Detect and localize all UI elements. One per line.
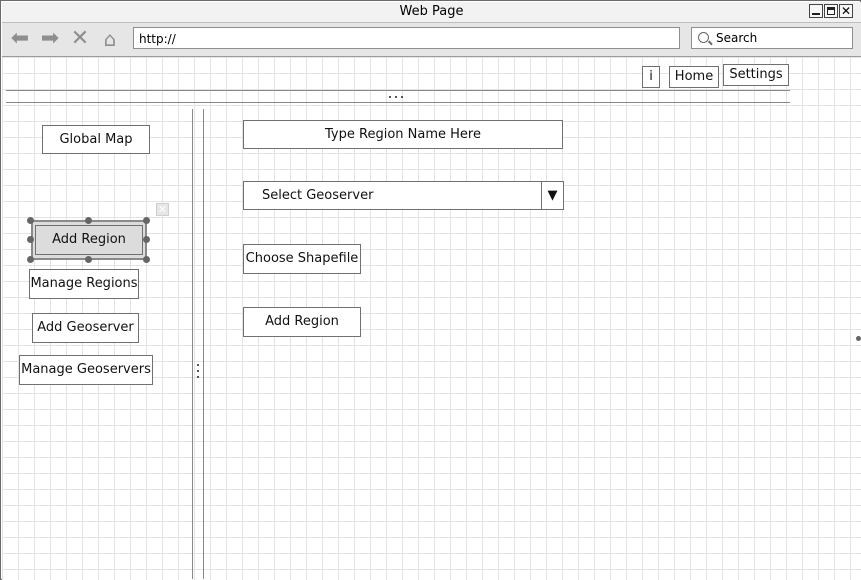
splitter-grip-dot[interactable] [197,370,199,372]
add-region-submit-button[interactable]: Add Region [243,307,361,337]
resize-handle[interactable] [27,217,34,224]
stop-icon[interactable]: ✕ [69,27,91,51]
delete-icon[interactable]: ✕ [156,203,169,216]
add-region-nav-button[interactable]: Add Region [35,225,143,255]
scroll-indicator[interactable] [856,336,861,341]
url-input[interactable]: http:// [133,27,680,49]
header-divider-bottom [6,102,790,103]
geoserver-select-value: Select Geoserver [262,188,374,203]
resize-handle[interactable] [27,256,34,263]
manage-geoservers-button[interactable]: Manage Geoservers [19,355,153,385]
header-grip-dot[interactable] [389,96,391,98]
back-icon[interactable]: ⬅ [9,27,31,51]
resize-handle[interactable] [143,256,150,263]
search-input[interactable]: Search [691,27,853,49]
resize-handle[interactable] [85,256,92,263]
global-map-button[interactable]: Global Map [42,125,150,154]
search-icon [698,32,709,43]
browser-window: Web Page ✕ ⬅ ➡ ✕ ⌂ http:// Search i Home… [0,0,861,580]
page-canvas: i Home Settings Global Map Add Region ✕ … [2,57,861,580]
header-divider-top [6,90,790,91]
close-button[interactable]: ✕ [839,4,853,18]
resize-handle[interactable] [143,236,150,243]
search-placeholder: Search [716,31,758,45]
add-geoserver-button[interactable]: Add Geoserver [32,313,139,343]
resize-handle[interactable] [143,217,150,224]
browser-toolbar: ⬅ ➡ ✕ ⌂ http:// Search [2,23,861,57]
settings-nav-button[interactable]: Settings [723,64,789,86]
splitter-line-right [203,109,204,579]
manage-regions-button[interactable]: Manage Regions [29,269,139,299]
home-icon[interactable]: ⌂ [99,27,121,51]
resize-handle[interactable] [85,217,92,224]
title-bar: Web Page ✕ [2,2,861,23]
forward-icon[interactable]: ➡ [39,27,61,51]
chevron-down-icon[interactable]: ▼ [541,182,563,209]
header-grip-dot[interactable] [401,96,403,98]
home-nav-button[interactable]: Home [669,66,719,88]
info-button[interactable]: i [642,66,660,88]
resize-handle[interactable] [27,236,34,243]
window-title: Web Page [399,4,464,19]
splitter-grip-dot[interactable] [197,364,199,366]
splitter-grip-dot[interactable] [197,376,199,378]
splitter-line-left [192,109,193,579]
choose-shapefile-button[interactable]: Choose Shapefile [243,244,361,274]
header-grip-dot[interactable] [395,96,397,98]
maximize-button[interactable] [824,4,838,18]
minimize-button[interactable] [809,4,823,18]
region-name-input[interactable]: Type Region Name Here [243,120,563,149]
geoserver-select[interactable]: Select Geoserver ▼ [243,181,564,210]
